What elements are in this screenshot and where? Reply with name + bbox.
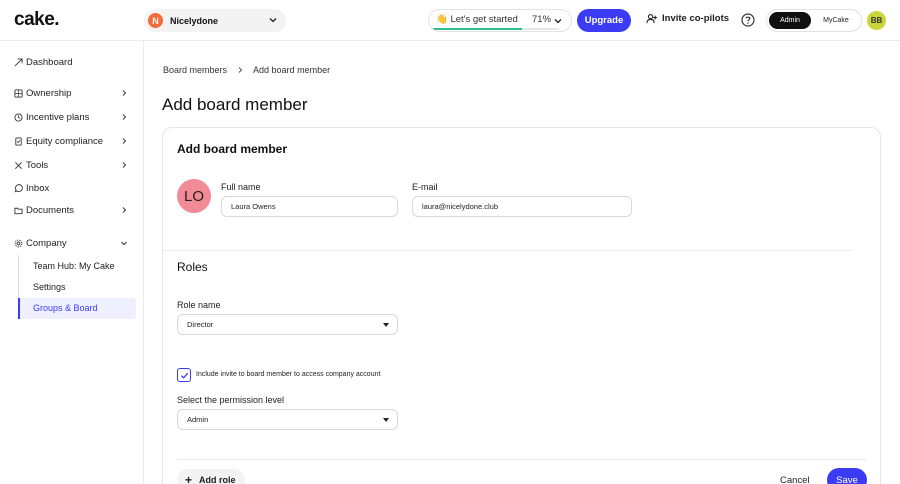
top-bar: cake. N Nicelydone 👋 Let's get started 7… [0, 0, 900, 41]
card-title: Add board member [177, 142, 288, 156]
sidebar-item-incentive-plans[interactable]: Incentive plans [14, 112, 89, 123]
cake-logo[interactable]: cake. [14, 9, 60, 31]
add-role-button[interactable]: + Add role [177, 469, 245, 484]
sidebar: Dashboard Ownership Incentive plans Equi… [0, 41, 144, 484]
sidebar-item-label: Ownership [26, 88, 72, 99]
getting-started-label: 👋 Let's get started [436, 14, 518, 25]
section-divider [163, 250, 852, 251]
sidebar-subitem-groups-board[interactable]: Groups & Board [18, 298, 136, 319]
email-label: E-mail [412, 182, 438, 192]
getting-started-widget[interactable]: 👋 Let's get started 71% [428, 9, 572, 32]
sidebar-item-label: Dashboard [26, 57, 73, 68]
sidebar-item-label: Equity compliance [26, 136, 104, 147]
permission-label: Select the permission level [177, 395, 285, 405]
role-name-label: Role name [177, 300, 221, 310]
upgrade-button[interactable]: Upgrade [577, 9, 631, 32]
roles-heading: Roles [177, 260, 208, 274]
gear-icon [14, 239, 23, 248]
breadcrumb-add-board-member[interactable]: Add board member [253, 65, 330, 75]
sidebar-item-company[interactable]: Company [14, 238, 67, 249]
ownership-icon [14, 89, 23, 98]
role-name-select[interactable]: Director [177, 314, 398, 335]
chevron-down-icon [269, 18, 277, 23]
caret-down-icon [383, 323, 389, 327]
tools-icon [15, 162, 22, 169]
chevron-right-icon [122, 90, 127, 96]
chevron-right-icon [122, 162, 127, 168]
chevron-down-icon [121, 241, 127, 246]
full-name-input[interactable]: Laura Owens [221, 196, 398, 217]
getting-started-progress-track [433, 28, 559, 30]
breadcrumb-board-members[interactable]: Board members [163, 65, 227, 75]
sidebar-item-dashboard[interactable]: Dashboard [14, 57, 72, 68]
chevron-right-icon [122, 207, 127, 213]
company-name: Nicelydone [170, 15, 219, 26]
sidebar-item-documents[interactable]: Documents [14, 205, 74, 216]
add-role-label: Add role [199, 475, 236, 484]
dashboard-icon [14, 58, 23, 67]
role-name-value: Director [187, 320, 214, 329]
getting-started-percent: 71% [532, 14, 552, 25]
invite-copilots-button[interactable]: Invite co-pilots [646, 13, 729, 24]
invite-checkbox-label[interactable]: Include invite to board member to access… [196, 371, 380, 378]
chevron-down-icon [554, 19, 562, 24]
sidebar-item-label: Tools [26, 160, 49, 171]
admin-mycake-toggle: Admin MyCake [766, 9, 862, 32]
sidebar-subitem-team-hub[interactable]: Team Hub: My Cake [33, 261, 115, 271]
chevron-right-icon [238, 67, 243, 73]
user-avatar[interactable]: BB [867, 11, 886, 30]
sidebar-item-label: Incentive plans [26, 112, 90, 123]
permission-value: Admin [187, 415, 209, 424]
mode-mycake-option[interactable]: MyCake [815, 12, 857, 29]
checkmark-icon [180, 372, 188, 379]
compliance-icon [15, 137, 22, 146]
breadcrumb: Board members Add board member [163, 65, 330, 75]
company-avatar: N [148, 13, 163, 28]
sidebar-item-ownership[interactable]: Ownership [14, 88, 71, 99]
sidebar-item-label: Documents [26, 205, 75, 216]
sidebar-subitem-settings[interactable]: Settings [33, 282, 66, 292]
caret-down-icon [383, 418, 389, 422]
email-input[interactable]: laura@nicelydone.club [412, 196, 632, 217]
sidebar-item-label: Company [26, 238, 67, 249]
footer-divider [177, 459, 867, 460]
company-switcher[interactable]: N Nicelydone [144, 9, 286, 32]
getting-started-progress-fill [433, 28, 523, 30]
sidebar-subitem-label: Groups & Board [33, 303, 98, 313]
inbox-icon [14, 184, 23, 193]
cancel-button[interactable]: Cancel [780, 475, 810, 484]
sidebar-item-label: Inbox [26, 183, 50, 194]
add-user-icon [646, 14, 657, 24]
page-title: Add board member [162, 95, 308, 114]
chevron-right-icon [122, 114, 127, 120]
save-button[interactable]: Save [827, 468, 867, 484]
permission-select[interactable]: Admin [177, 409, 398, 430]
incentive-icon [14, 113, 23, 122]
sidebar-item-equity-compliance[interactable]: Equity compliance [14, 136, 103, 147]
sidebar-item-inbox[interactable]: Inbox [14, 183, 49, 194]
add-board-member-card: Add board member LO Full name Laura Owen… [162, 127, 881, 484]
chevron-right-icon [122, 138, 127, 144]
invite-checkbox[interactable] [177, 368, 191, 382]
plus-icon: + [185, 473, 193, 484]
invite-copilots-label: Invite co-pilots [662, 13, 730, 24]
documents-icon [14, 207, 23, 215]
mode-admin-option[interactable]: Admin [769, 12, 811, 29]
sidebar-item-tools[interactable]: Tools [14, 160, 48, 171]
help-icon[interactable] [741, 13, 755, 27]
member-avatar[interactable]: LO [177, 179, 211, 213]
full-name-label: Full name [221, 182, 261, 192]
